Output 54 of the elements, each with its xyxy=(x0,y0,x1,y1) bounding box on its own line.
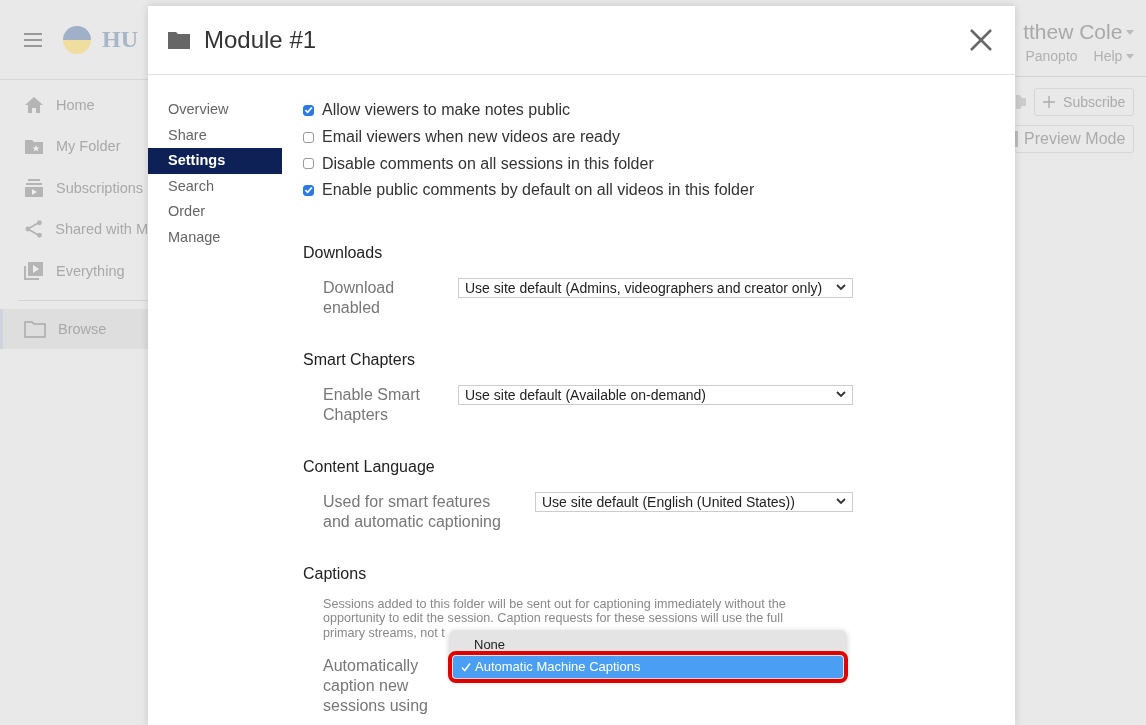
video-library-icon xyxy=(24,261,44,280)
field-label: Download enabled xyxy=(323,277,396,318)
nav-tab[interactable]: Overview xyxy=(148,97,282,123)
section-heading: Downloads xyxy=(303,243,384,262)
folder-star-icon xyxy=(24,137,44,156)
checkbox[interactable] xyxy=(303,184,314,196)
header-link[interactable]: Panopto xyxy=(1025,48,1078,64)
subscriptions-icon xyxy=(24,178,44,197)
checkbox[interactable] xyxy=(303,104,314,116)
dropdown-select[interactable]: Use site default (Available on-demand) xyxy=(458,384,853,405)
chevron-down-icon xyxy=(836,391,846,399)
sidebar-item[interactable]: Shared with M xyxy=(0,208,148,250)
dropdown-select[interactable]: Use site default (Admins, videographers and creator only) xyxy=(458,277,853,298)
dropdown-select[interactable]: Use site default (English (United States)) xyxy=(535,491,853,512)
folder-icon xyxy=(24,319,46,338)
nav-tab[interactable]: Share xyxy=(148,122,282,148)
field-label: Enable Smart Chapters xyxy=(323,384,421,425)
caret-icon xyxy=(1126,29,1135,35)
folder-icon xyxy=(168,31,190,49)
header-link[interactable]: Help xyxy=(1093,48,1135,64)
subscribe-button[interactable]: Subscribe xyxy=(1034,88,1135,116)
user-name[interactable]: tthew Cole xyxy=(1023,20,1135,44)
caret-icon xyxy=(1126,53,1135,59)
chevron-down-icon xyxy=(836,284,846,292)
share-icon xyxy=(24,220,44,239)
checkbox-label: Enable public comments by default on all videos in this folder xyxy=(322,181,755,200)
section-heading: Smart Chapters xyxy=(303,350,417,369)
menu-icon[interactable] xyxy=(24,32,42,47)
checkbox[interactable] xyxy=(303,131,314,143)
logo-icon xyxy=(62,24,92,55)
field-label: Automatically caption new sessions using xyxy=(323,656,429,717)
sidebar-item[interactable]: My Folder xyxy=(0,125,148,167)
checkbox-label: Allow viewers to make notes public xyxy=(322,101,571,120)
plus-icon xyxy=(1043,96,1056,108)
section-heading: Content Language xyxy=(303,457,436,476)
checkbox-label: Disable comments on all sessions in this folder xyxy=(322,154,654,173)
logo-text: HU xyxy=(102,26,138,53)
checkbox[interactable] xyxy=(303,158,314,170)
home-icon xyxy=(24,95,44,114)
sidebar-item[interactable]: Home xyxy=(0,84,148,126)
sidebar-item[interactable]: Everything xyxy=(0,250,148,292)
nav-tab[interactable]: Manage xyxy=(148,224,282,250)
preview-mode-button[interactable]: Preview Mode xyxy=(1015,125,1135,153)
checkmark-icon xyxy=(461,661,471,672)
field-label: Used for smart features and automatic captioning xyxy=(323,491,502,532)
checkbox-label: Email viewers when new videos are ready xyxy=(322,128,620,147)
chevron-down-icon xyxy=(836,498,846,506)
close-icon[interactable] xyxy=(969,28,993,52)
nav-tab[interactable]: Search xyxy=(148,173,282,199)
sidebar-item[interactable]: Subscriptions xyxy=(0,167,148,209)
section-heading: Captions xyxy=(303,564,368,583)
nav-tab[interactable]: Settings xyxy=(148,148,282,174)
dialog-title: Module #1 xyxy=(204,26,318,54)
nav-tab[interactable]: Order xyxy=(148,199,282,225)
